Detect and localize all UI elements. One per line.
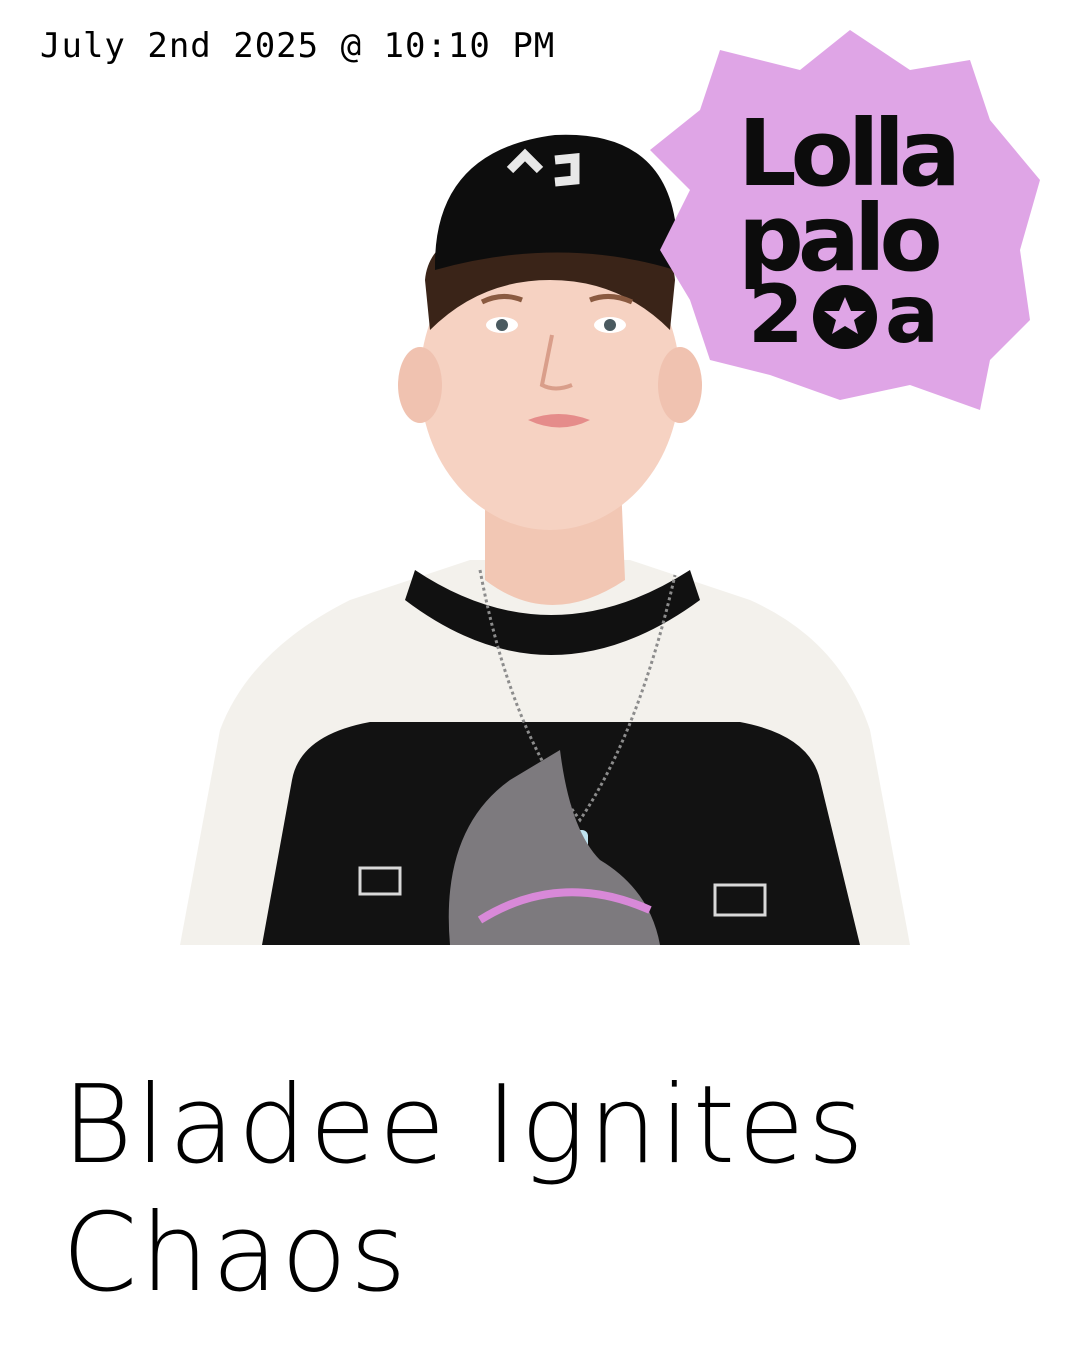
logo-year-a: a <box>885 268 939 361</box>
logo-year-2: 2 <box>748 268 804 361</box>
headline-line-2: Chaos <box>62 1191 410 1316</box>
lollapalooza-logo: Lolla palo 2 a <box>650 30 1040 410</box>
post-date: July 2nd 2025 @ 10:10 PM <box>40 26 556 66</box>
headline-line-1: Bladee Ignites <box>62 1063 867 1188</box>
article-headline: Bladee Ignites Chaos <box>62 1062 1022 1318</box>
